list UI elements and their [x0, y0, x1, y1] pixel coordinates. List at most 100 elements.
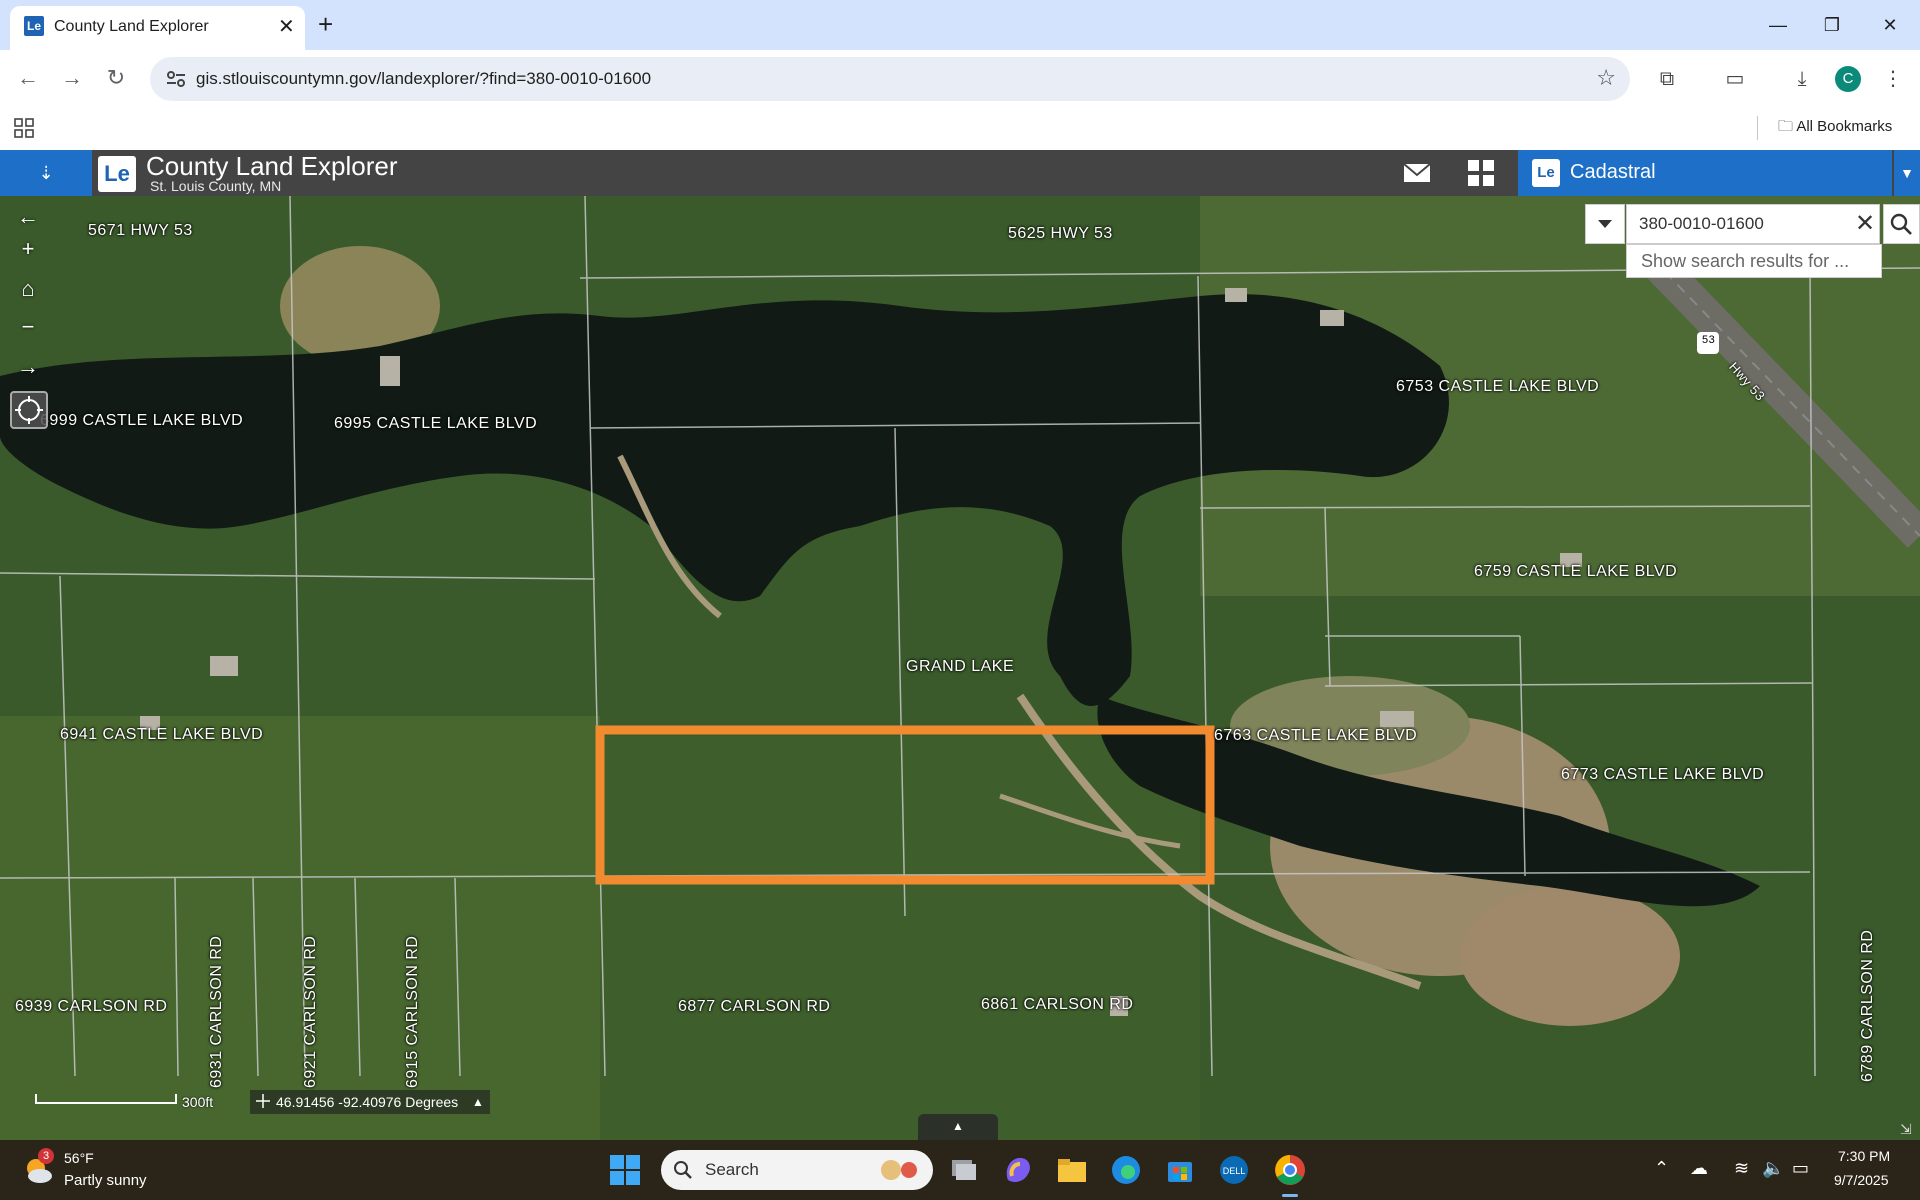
- weather-notification-badge: 3: [38, 1148, 54, 1164]
- bottom-panel-toggle-chevron-up-icon[interactable]: ▲: [918, 1114, 998, 1140]
- battery-icon[interactable]: ▭: [1792, 1158, 1809, 1179]
- address-label: 6763 CASTLE LAKE BLVD: [1214, 727, 1418, 744]
- forward-icon[interactable]: →: [56, 62, 88, 94]
- address-label: 6941 CASTLE LAKE BLVD: [60, 726, 264, 743]
- browser-titlebar: Le County Land Explorer ✕ + — ❐ ✕: [0, 0, 1920, 50]
- weather-temperature[interactable]: 56°F: [64, 1150, 94, 1166]
- folder-icon: 🗀: [1778, 118, 1797, 135]
- parcel-search: ✕: [1585, 204, 1920, 244]
- zoom-out-button[interactable]: −: [10, 312, 46, 342]
- clear-search-icon[interactable]: ✕: [1853, 210, 1877, 238]
- onedrive-icon[interactable]: ☁: [1690, 1158, 1708, 1179]
- extensions-icon[interactable]: ⧉: [1652, 64, 1682, 94]
- address-label: 6915 CARLSON RD: [404, 935, 421, 1088]
- windows-taskbar: 3 56°F Partly sunny Search DELL ⌃ ☁ ≋ 🔈 …: [0, 1140, 1920, 1200]
- clock-date[interactable]: 9/7/2025: [1834, 1172, 1889, 1188]
- address-label: 6939 CARLSON RD: [15, 998, 168, 1015]
- grid-icon[interactable]: [1464, 156, 1498, 190]
- lake-label: GRAND LAKE: [906, 658, 1015, 675]
- tab-close-icon[interactable]: ✕: [278, 14, 295, 39]
- address-bar[interactable]: gis.stlouiscountymn.gov/landexplorer/?fi…: [150, 57, 1630, 101]
- address-label: 5671 HWY 53: [88, 222, 193, 239]
- volume-icon[interactable]: 🔈: [1762, 1158, 1784, 1179]
- chrome-icon[interactable]: [1272, 1152, 1308, 1188]
- url-host: gis.stlouiscountymn.gov: [196, 69, 377, 88]
- resize-handle-icon[interactable]: ⇲: [1900, 1121, 1918, 1139]
- search-button[interactable]: [1883, 204, 1920, 244]
- search-icon: [1890, 213, 1912, 235]
- url-text: gis.stlouiscountymn.gov/landexplorer/?fi…: [196, 69, 651, 89]
- svg-text:DELL: DELL: [1223, 1166, 1246, 1176]
- coordinate-readout: 46.91456 -92.40976 Degrees: [250, 1090, 490, 1114]
- coordinate-text: 46.91456 -92.40976 Degrees: [276, 1094, 459, 1110]
- locate-button[interactable]: [10, 391, 48, 429]
- close-window-icon[interactable]: ✕: [1870, 10, 1910, 40]
- menu-icon[interactable]: ⋮: [1878, 64, 1908, 94]
- crosshair-small-icon: [256, 1094, 270, 1108]
- wifi-icon[interactable]: ≋: [1734, 1158, 1749, 1179]
- browser-toolbar: ← → ↻ gis.stlouiscountymn.gov/landexplor…: [0, 50, 1920, 108]
- address-label: 6995 CASTLE LAKE BLVD: [334, 415, 538, 432]
- panel-toggle-chevron-icon[interactable]: ⇣: [0, 150, 92, 196]
- address-label: 6931 CARLSON RD: [208, 935, 225, 1088]
- copilot-icon[interactable]: [1000, 1152, 1036, 1188]
- basemap-logo: Le: [1532, 159, 1560, 187]
- star-icon[interactable]: ☆: [1596, 65, 1616, 91]
- address-label: 6773 CASTLE LAKE BLVD: [1561, 766, 1765, 783]
- file-explorer-icon[interactable]: [1054, 1152, 1090, 1188]
- minimize-icon[interactable]: —: [1758, 10, 1798, 40]
- clock-time[interactable]: 7:30 PM: [1838, 1148, 1890, 1164]
- search-icon: [674, 1161, 692, 1179]
- basemap-dropdown-icon[interactable]: ▼: [1892, 150, 1920, 196]
- address-label: 6877 CARLSON RD: [678, 998, 831, 1015]
- all-bookmarks-button[interactable]: 🗀 All Bookmarks: [1778, 116, 1892, 141]
- chevron-down-icon: [1598, 220, 1612, 228]
- previous-extent-icon[interactable]: ←: [10, 202, 46, 232]
- apps-icon[interactable]: [14, 118, 34, 138]
- tab-title: County Land Explorer: [54, 18, 209, 35]
- search-suggestion[interactable]: Show search results for ...: [1626, 244, 1882, 278]
- site-info-icon[interactable]: [166, 70, 186, 88]
- reload-icon[interactable]: ↻: [100, 62, 132, 94]
- task-view-icon[interactable]: [946, 1152, 982, 1188]
- address-label: 6861 CARLSON RD: [981, 996, 1134, 1013]
- weather-condition[interactable]: Partly sunny: [64, 1172, 147, 1189]
- url-path: /landexplorer/?find=380-0010-01600: [376, 69, 652, 88]
- basemap-label: Cadastral: [1570, 161, 1656, 183]
- highway-shield-label: 53: [1702, 334, 1716, 346]
- address-label: 6789 CARLSON RD: [1859, 929, 1876, 1082]
- restore-icon[interactable]: ❐: [1812, 10, 1852, 40]
- dell-icon[interactable]: DELL: [1216, 1152, 1252, 1188]
- show-hidden-icons-chevron-up-icon[interactable]: ⌃: [1654, 1158, 1669, 1179]
- bookmarks-separator: [1757, 116, 1758, 140]
- coordinate-toggle-chevron-up-icon[interactable]: ▲: [466, 1090, 490, 1114]
- taskbar-search[interactable]: Search: [661, 1150, 933, 1190]
- scale-bar: [35, 1094, 177, 1104]
- next-extent-icon[interactable]: →: [10, 352, 46, 382]
- app-logo: Le: [98, 156, 136, 192]
- address-label: 5625 HWY 53: [1008, 225, 1113, 242]
- active-app-indicator: [1282, 1194, 1298, 1197]
- search-source-dropdown[interactable]: [1585, 204, 1625, 244]
- app-subtitle: St. Louis County, MN: [150, 178, 282, 194]
- mail-icon[interactable]: [1400, 156, 1434, 190]
- store-icon[interactable]: [1162, 1152, 1198, 1188]
- download-icon[interactable]: ⤓: [1787, 64, 1817, 94]
- cast-icon[interactable]: ▭: [1720, 64, 1750, 94]
- back-icon[interactable]: ←: [12, 62, 44, 94]
- windows-start-icon[interactable]: [610, 1155, 640, 1185]
- app-header: ⇣ Le County Land Explorer St. Louis Coun…: [0, 150, 1920, 196]
- profile-avatar[interactable]: C: [1835, 66, 1861, 92]
- new-tab-button[interactable]: +: [318, 10, 333, 38]
- basemap-selector[interactable]: Le Cadastral: [1518, 150, 1892, 196]
- search-input[interactable]: [1626, 204, 1880, 244]
- browser-tab[interactable]: Le County Land Explorer ✕: [10, 6, 305, 50]
- edge-icon[interactable]: [1108, 1152, 1144, 1188]
- zoom-in-button[interactable]: +: [10, 234, 46, 264]
- address-label: 6753 CASTLE LAKE BLVD: [1396, 378, 1600, 395]
- map-view[interactable]: 5671 HWY 53 5625 HWY 53 6999 CASTLE LAKE…: [0, 196, 1920, 1140]
- scale-label: 300ft: [182, 1094, 214, 1110]
- home-icon[interactable]: ⌂: [10, 274, 46, 304]
- taskbar-search-label: Search: [705, 1160, 759, 1179]
- search-highlight-icon: [881, 1160, 917, 1180]
